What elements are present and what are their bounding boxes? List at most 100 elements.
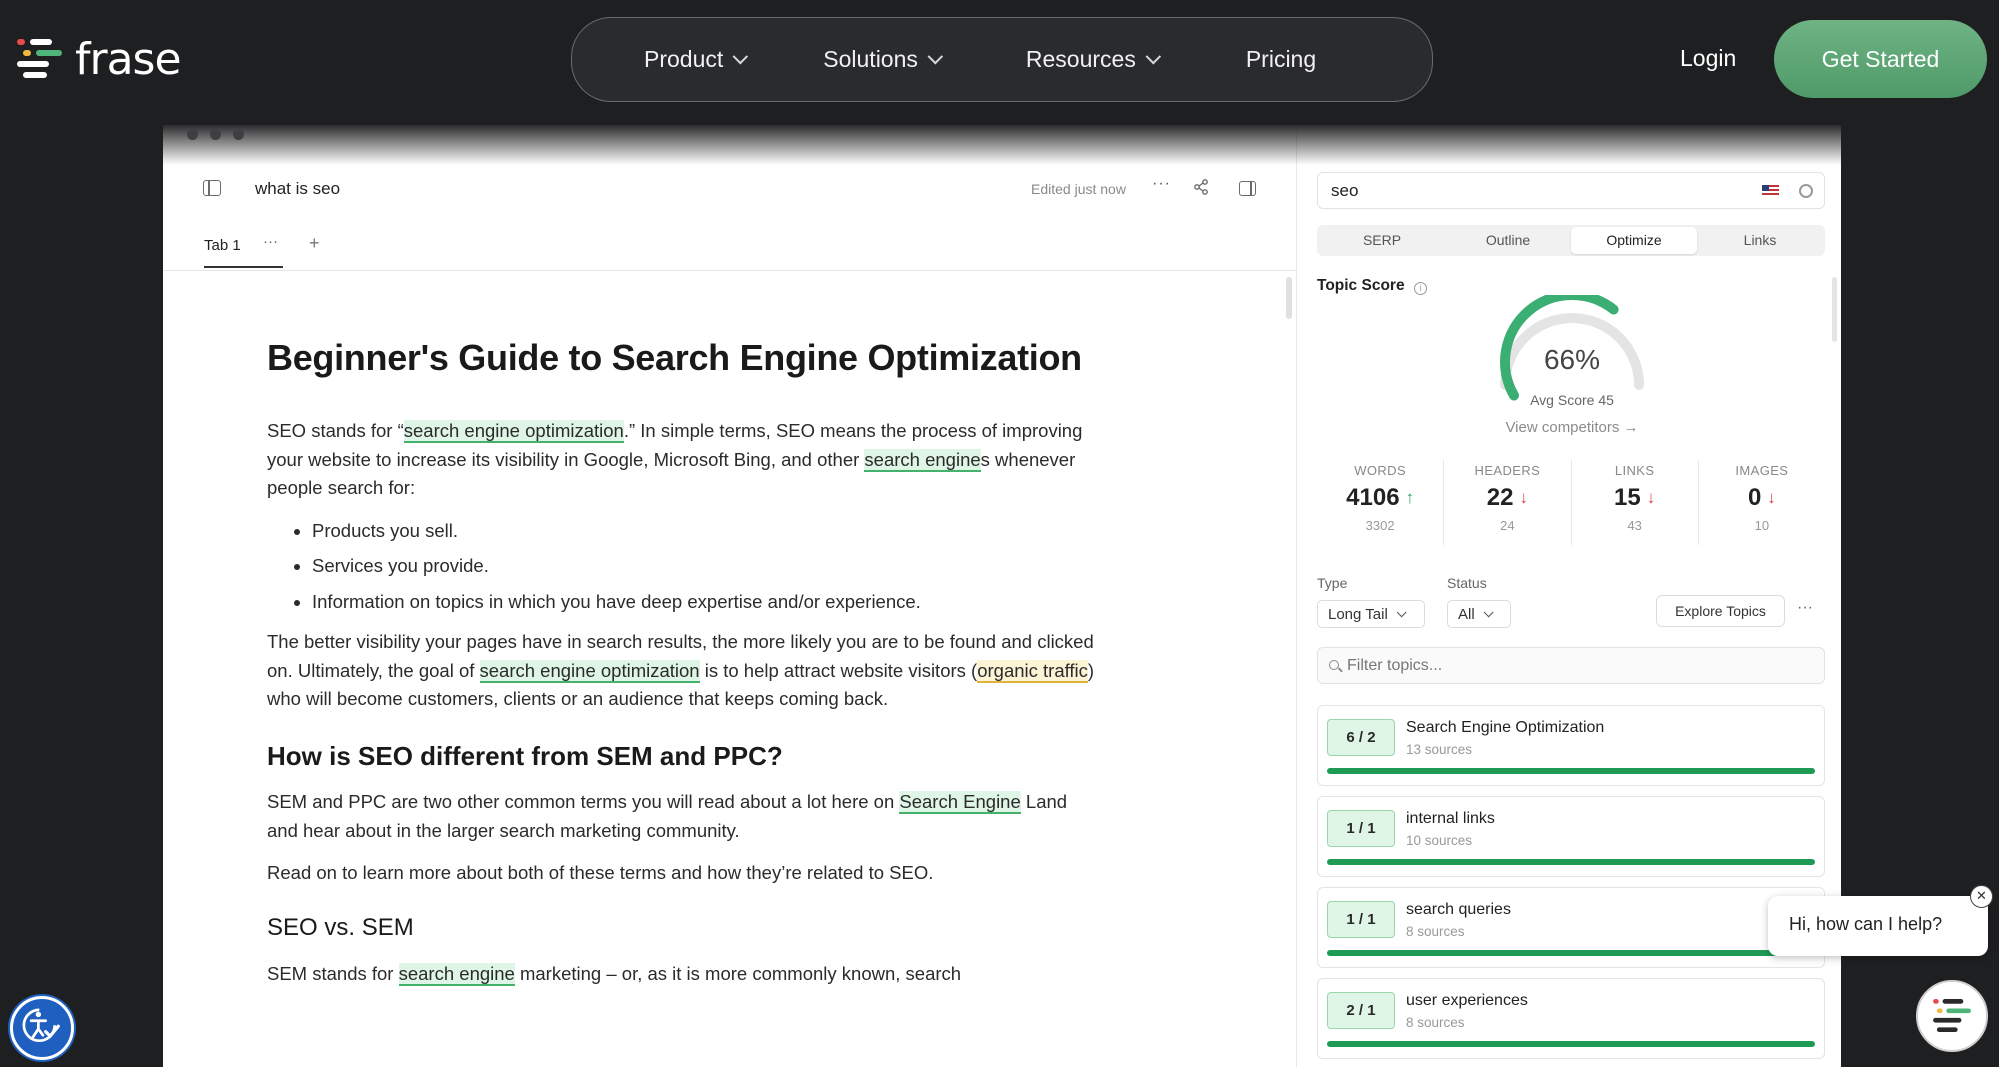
filter-topics-input[interactable] xyxy=(1347,648,1807,683)
tab-optimize[interactable]: Optimize xyxy=(1571,227,1697,254)
paragraph: Read on to learn more about both of thes… xyxy=(267,862,934,883)
type-select[interactable]: Long Tail xyxy=(1317,600,1425,628)
accessibility-button[interactable] xyxy=(10,996,74,1060)
topic-sources: 8 sources xyxy=(1406,1015,1465,1030)
document-title[interactable]: what is seo xyxy=(255,179,340,199)
explore-topics-button[interactable]: Explore Topics xyxy=(1656,595,1785,627)
tab-outline[interactable]: Outline xyxy=(1445,227,1571,254)
frase-logo-icon xyxy=(17,35,67,85)
paragraph: SEM stands for search engine marketing –… xyxy=(267,963,962,986)
nav-item-label: Pricing xyxy=(1245,46,1317,72)
topic-score-value: 66% xyxy=(1543,344,1601,375)
editor-scrollbar[interactable] xyxy=(1286,277,1292,319)
bullet-list: Products you sell. Services you provide.… xyxy=(312,517,1097,617)
info-icon[interactable]: i xyxy=(1414,282,1427,295)
paragraph: SEO stands for “search engine optimizati… xyxy=(267,420,1083,498)
window-titlebar xyxy=(163,125,1841,165)
arrow-down-icon: ↓ xyxy=(1519,488,1528,507)
topic-highlight[interactable]: Search Engine xyxy=(899,791,1021,814)
stat-target: 3302 xyxy=(1365,518,1395,533)
topic-card[interactable]: 1 / 1 internal links 10 sources xyxy=(1317,796,1825,877)
subsection-heading: SEO vs. SEM xyxy=(267,913,414,941)
editor-toolbar: what is seo Edited just now ··· xyxy=(163,165,1296,215)
accessibility-icon xyxy=(22,1008,60,1043)
window-dot-icon[interactable] xyxy=(187,129,198,140)
stat-target: 43 xyxy=(1627,518,1642,533)
sidebar-toggle-icon[interactable] xyxy=(203,180,221,196)
topic-name: user experiences xyxy=(1406,992,1528,1009)
panel-tabs: SERP Outline Optimize Links xyxy=(1317,225,1825,256)
nav-item-pricing[interactable]: Pricing xyxy=(1246,46,1316,73)
tab-links[interactable]: Links xyxy=(1697,227,1823,254)
stat-value: 22 ↓ xyxy=(1486,484,1528,511)
keyword-input[interactable]: seo xyxy=(1317,172,1825,209)
share-icon[interactable] xyxy=(1193,179,1209,195)
nav-item-resources[interactable]: Resources xyxy=(1026,46,1161,73)
window-dot-icon[interactable] xyxy=(210,129,221,140)
topic-sources: 8 sources xyxy=(1406,924,1465,939)
type-filter-label: Type xyxy=(1317,575,1348,591)
stat-value: 0 ↓ xyxy=(1747,484,1776,511)
document-content[interactable]: Beginner's Guide to Search Engine Optimi… xyxy=(267,335,1097,1003)
topic-name: search queries xyxy=(1406,901,1511,918)
topic-name: Search Engine Optimization xyxy=(1406,719,1605,736)
chat-launcher-button[interactable] xyxy=(1916,980,1988,1052)
nav-item-label: Product xyxy=(644,46,724,72)
more-options-icon[interactable]: ··· xyxy=(1152,175,1171,193)
view-competitors-link[interactable]: View competitors → xyxy=(1447,419,1697,436)
topic-highlight[interactable]: search engine optimization xyxy=(479,659,700,683)
panel-scrollbar[interactable] xyxy=(1832,277,1837,342)
top-navigation: frase Product Solutions Resources Pricin… xyxy=(0,0,1999,120)
topic-card[interactable]: 6 / 2 Search Engine Optimization 13 sour… xyxy=(1317,705,1825,786)
chat-message: Hi, how can I help? xyxy=(1789,914,1943,934)
document-tabs: Tab 1 ··· + xyxy=(163,225,1296,271)
list-item: Products you sell. xyxy=(312,517,1097,546)
chevron-down-icon xyxy=(732,48,749,65)
topic-progress-bar xyxy=(1327,1041,1815,1047)
tab-serp[interactable]: SERP xyxy=(1319,227,1445,254)
topic-score-label: Topic Score xyxy=(1317,277,1405,294)
topic-highlight[interactable]: search engine xyxy=(864,448,981,472)
topic-card[interactable]: 2 / 1 user experiences 8 sources xyxy=(1317,978,1825,1059)
nav-item-solutions[interactable]: Solutions xyxy=(823,46,943,73)
topic-highlight[interactable]: search engine xyxy=(398,963,515,986)
topic-card[interactable]: 1 / 1 search queries 8 sources xyxy=(1317,887,1825,968)
status-select-value: All xyxy=(1458,605,1475,623)
window-dot-icon[interactable] xyxy=(233,129,244,140)
login-link[interactable]: Login xyxy=(1680,45,1736,72)
topic-progress-bar xyxy=(1327,768,1815,774)
list-item: Services you provide. xyxy=(312,552,1097,581)
nav-item-product[interactable]: Product xyxy=(644,46,749,73)
nav-item-label: Solutions xyxy=(823,46,918,72)
right-panel-toggle-icon[interactable] xyxy=(1239,181,1256,196)
arrow-up-icon: ↑ xyxy=(1405,488,1415,507)
average-score: Avg Score 45 xyxy=(1530,392,1614,408)
frase-logo[interactable]: frase xyxy=(17,34,182,85)
topic-sources: 10 sources xyxy=(1406,833,1473,848)
status-select[interactable]: All xyxy=(1447,600,1511,628)
tab-options-icon[interactable]: ··· xyxy=(263,233,278,250)
add-tab-button[interactable]: + xyxy=(309,233,320,254)
stat-label: IMAGES xyxy=(1735,463,1789,478)
topic-sources: 13 sources xyxy=(1406,742,1473,757)
chevron-down-icon xyxy=(1145,48,1161,65)
chat-bubble[interactable]: Hi, how can I help? xyxy=(1768,896,1988,956)
stat-value: 4106 ↑ xyxy=(1346,484,1415,511)
topic-highlight-partial[interactable]: organic traffic xyxy=(977,659,1088,683)
stat-label: HEADERS xyxy=(1474,463,1541,478)
stat-target: 24 xyxy=(1500,518,1515,533)
gear-icon[interactable] xyxy=(1799,184,1813,198)
topic-highlight[interactable]: search engine optimization xyxy=(403,420,624,443)
document-editor: what is seo Edited just now ··· Tab 1 ··… xyxy=(163,125,1297,1067)
arrow-down-icon: ↓ xyxy=(1767,488,1776,507)
search-icon xyxy=(1329,660,1339,670)
stat-images: IMAGES 0 ↓ 10 xyxy=(1699,460,1825,545)
stat-words: WORDS 4106 ↑ 3302 xyxy=(1317,460,1445,545)
get-started-button[interactable]: Get Started xyxy=(1774,20,1987,98)
optimization-panel: seo SERP Outline Optimize Links Topic Sc… xyxy=(1297,125,1841,1067)
stat-label: WORDS xyxy=(1354,463,1407,478)
more-options-icon[interactable]: ··· xyxy=(1797,599,1813,617)
close-icon[interactable]: ✕ xyxy=(1970,885,1993,908)
us-flag-icon[interactable] xyxy=(1762,185,1779,197)
frase-chat-icon xyxy=(1933,999,1971,1033)
